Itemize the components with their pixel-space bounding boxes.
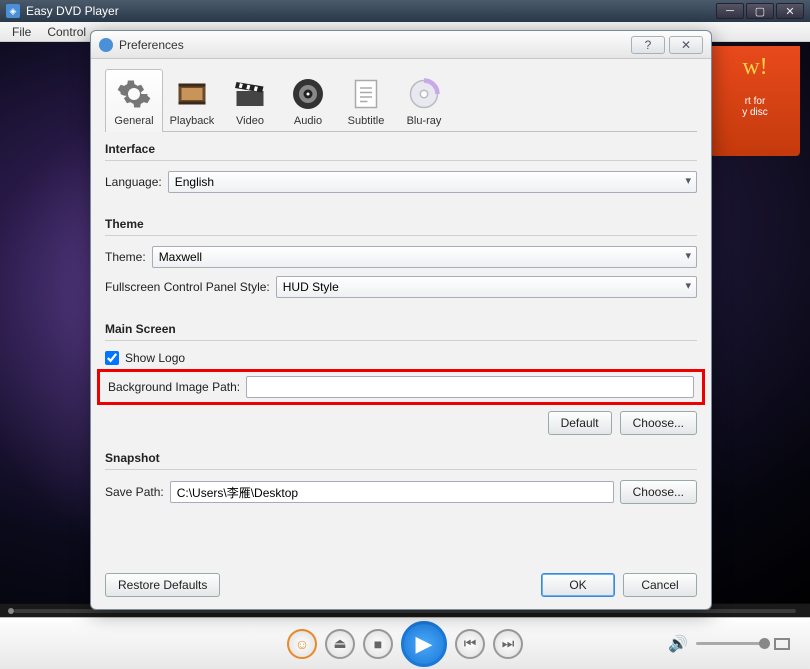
document-icon <box>348 76 384 112</box>
dialog-icon <box>99 38 113 52</box>
theme-label: Theme: <box>105 250 146 264</box>
dialog-footer: Restore Defaults OK Cancel <box>91 567 711 609</box>
preferences-tabstrip: General Playback Video Audio <box>105 69 697 132</box>
next-button[interactable]: ⏭ <box>493 629 523 659</box>
filmstrip-icon <box>174 76 210 112</box>
stop-button[interactable]: ■ <box>363 629 393 659</box>
section-snapshot: Snapshot Save Path: Choose... <box>105 451 697 512</box>
promo-banner[interactable]: w! rt for y disc <box>710 46 800 156</box>
section-heading: Interface <box>105 142 697 161</box>
eject-button[interactable]: ⏏ <box>325 629 355 659</box>
tab-label: Video <box>224 115 276 127</box>
app-title: Easy DVD Player <box>26 4 716 18</box>
disc-icon <box>406 76 442 112</box>
save-path-input[interactable] <box>170 481 614 503</box>
snapshot-choose-button[interactable]: Choose... <box>620 480 697 504</box>
section-theme: Theme Theme: Maxwell Fullscreen Control … <box>105 217 697 306</box>
timeline-handle[interactable] <box>8 608 14 614</box>
section-main-screen: Main Screen Show Logo Background Image P… <box>105 322 697 435</box>
language-label: Language: <box>105 175 162 189</box>
prev-button[interactable]: ⏮ <box>455 629 485 659</box>
volume-slider[interactable] <box>696 642 766 645</box>
tab-playback[interactable]: Playback <box>163 69 221 131</box>
tab-subtitle[interactable]: Subtitle <box>337 69 395 131</box>
bg-path-label: Background Image Path: <box>108 380 240 394</box>
show-logo-label: Show Logo <box>125 351 185 365</box>
dialog-close-button[interactable]: ✕ <box>669 36 703 54</box>
speaker-icon <box>290 76 326 112</box>
show-logo-checkbox[interactable] <box>105 351 119 365</box>
theme-select[interactable]: Maxwell <box>152 246 697 268</box>
restore-defaults-button[interactable]: Restore Defaults <box>105 573 220 597</box>
tab-label: General <box>108 115 160 127</box>
tab-label: Playback <box>166 115 218 127</box>
tab-video[interactable]: Video <box>221 69 279 131</box>
section-interface: Interface Language: English <box>105 142 697 201</box>
section-heading: Theme <box>105 217 697 236</box>
preferences-dialog: Preferences ? ✕ General Playback V <box>90 30 712 610</box>
play-button[interactable]: ▶ <box>401 621 447 667</box>
close-button[interactable]: ✕ <box>776 3 804 19</box>
tab-audio[interactable]: Audio <box>279 69 337 131</box>
tab-label: Blu-ray <box>398 115 450 127</box>
menu-control[interactable]: Control <box>39 25 94 39</box>
tab-bluray[interactable]: Blu-ray <box>395 69 453 131</box>
share-button[interactable]: ☺ <box>287 629 317 659</box>
volume-icon[interactable]: 🔊 <box>668 634 688 654</box>
ok-button[interactable]: OK <box>541 573 615 597</box>
cancel-button[interactable]: Cancel <box>623 573 697 597</box>
fullscreen-style-label: Fullscreen Control Panel Style: <box>105 280 270 294</box>
tab-label: Subtitle <box>340 115 392 127</box>
fullscreen-style-select[interactable]: HUD Style <box>276 276 697 298</box>
highlight-box: Background Image Path: <box>97 369 705 405</box>
tab-label: Audio <box>282 115 334 127</box>
tab-general[interactable]: General <box>105 69 163 131</box>
bg-choose-button[interactable]: Choose... <box>620 411 697 435</box>
promo-big-text: w! <box>710 54 800 81</box>
dialog-title: Preferences <box>119 38 627 52</box>
dialog-help-button[interactable]: ? <box>631 36 665 54</box>
fullscreen-button[interactable] <box>774 638 790 650</box>
clapper-icon <box>232 76 268 112</box>
player-controls: ☺ ⏏ ■ ▶ ⏮ ⏭ 🔊 <box>0 617 810 669</box>
save-path-label: Save Path: <box>105 485 164 499</box>
bg-path-input[interactable] <box>246 376 694 398</box>
dialog-titlebar[interactable]: Preferences ? ✕ <box>91 31 711 59</box>
promo-line2: y disc <box>716 107 794 118</box>
promo-line1: rt for <box>716 96 794 107</box>
minimize-button[interactable]: ─ <box>716 3 744 19</box>
gear-icon <box>116 76 152 112</box>
language-select[interactable]: English <box>168 171 697 193</box>
main-titlebar: ◈ Easy DVD Player ─ ▢ ✕ <box>0 0 810 22</box>
app-icon: ◈ <box>6 4 20 18</box>
bg-default-button[interactable]: Default <box>548 411 612 435</box>
section-heading: Snapshot <box>105 451 697 470</box>
section-heading: Main Screen <box>105 322 697 341</box>
maximize-button[interactable]: ▢ <box>746 3 774 19</box>
menu-file[interactable]: File <box>4 25 39 39</box>
